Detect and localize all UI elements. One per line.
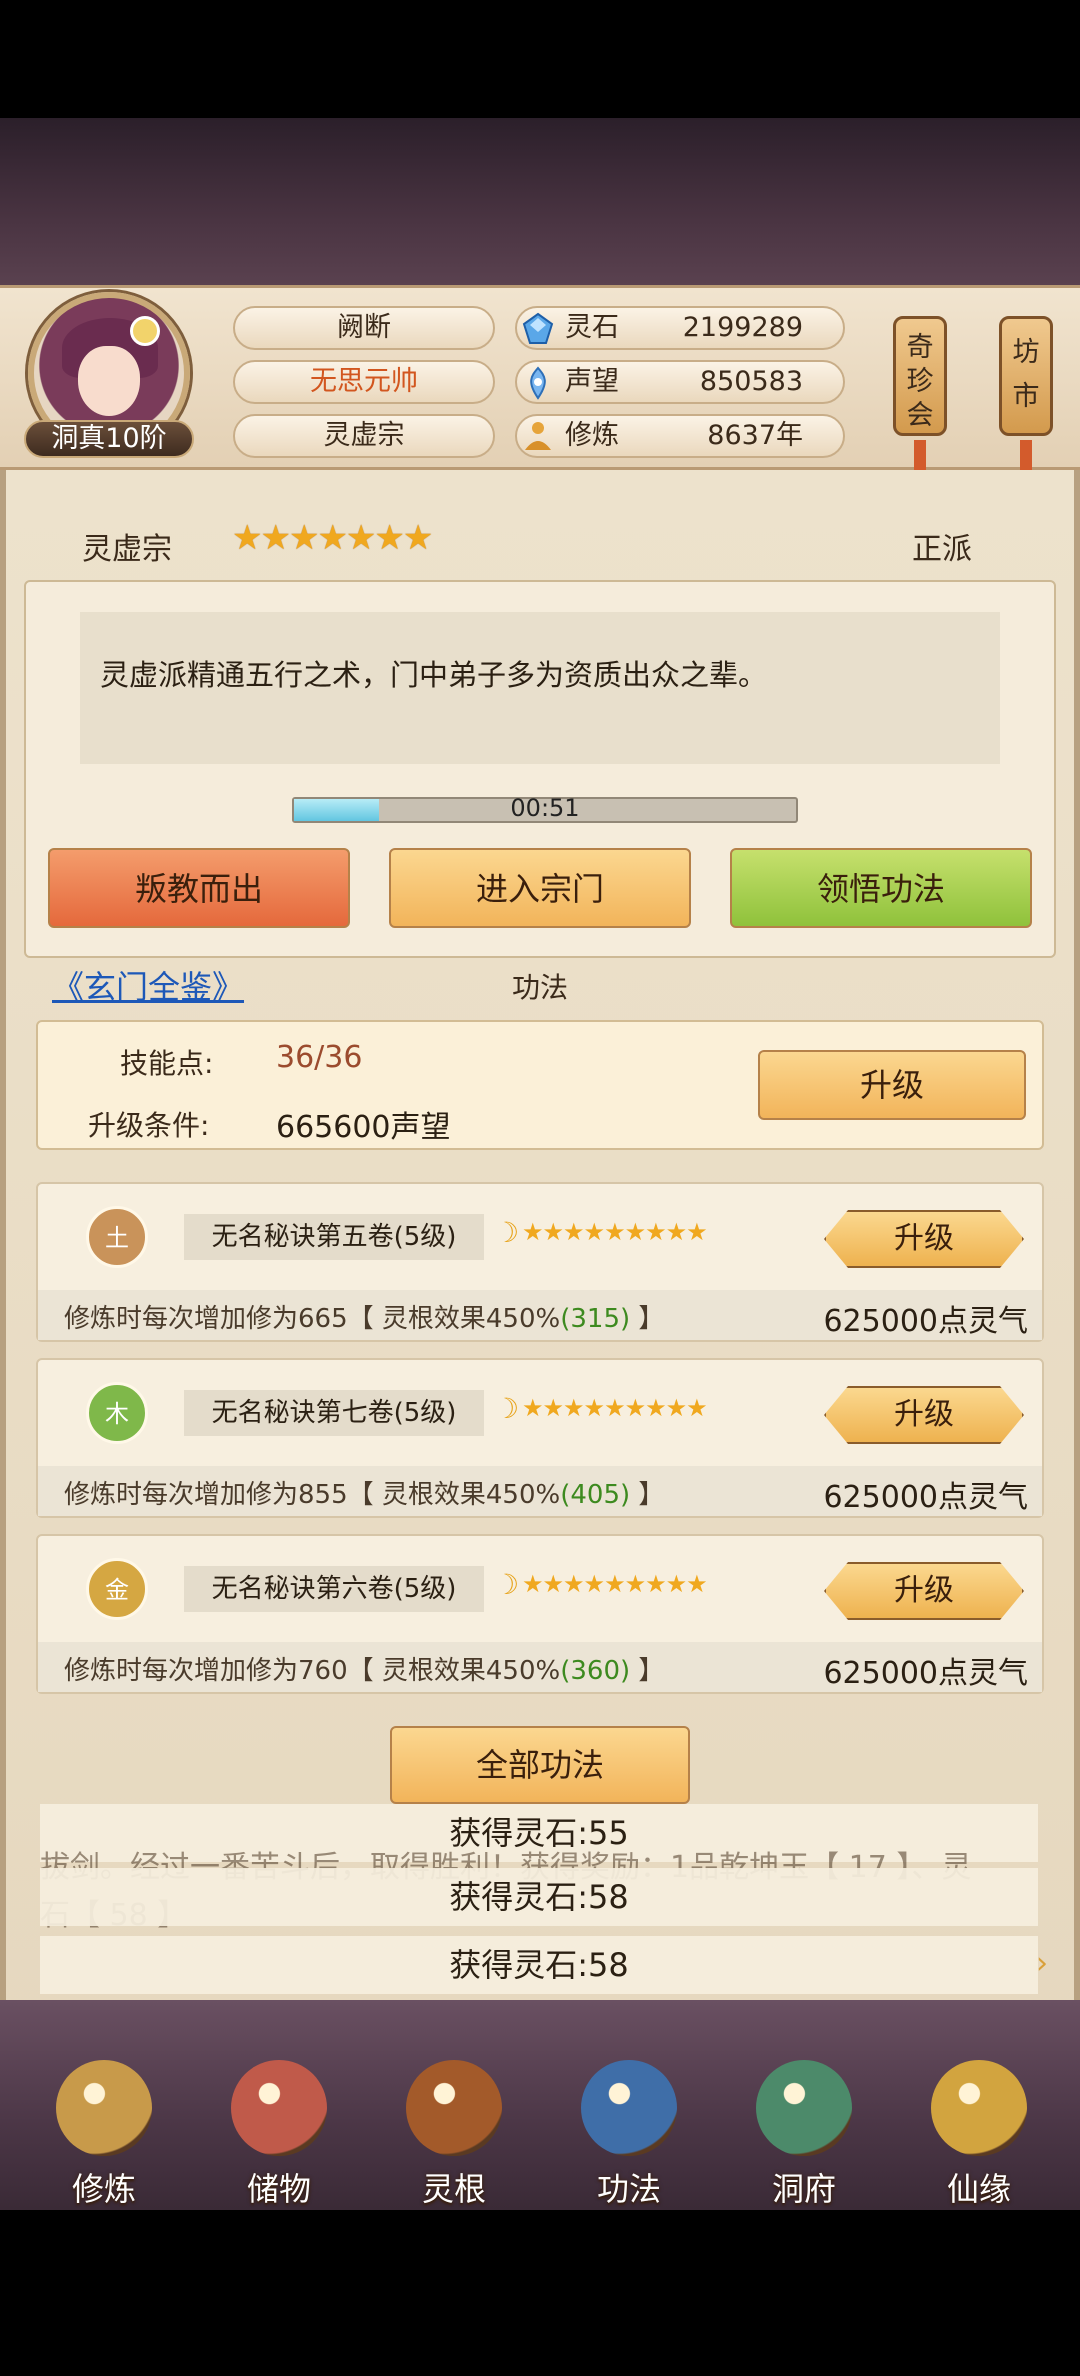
nav-immortal-fate[interactable]: 仙缘 [919, 2060, 1039, 2210]
sect-alignment-label: 正派 [912, 532, 972, 567]
moon-icon: ☽ [494, 1392, 520, 1425]
skill-points-value: 36/36 [276, 1040, 363, 1075]
nav-cultivate[interactable]: 修炼 [44, 2060, 164, 2210]
reward-toast: 获得灵石:58 [40, 1868, 1038, 1926]
skill-upgrade-button[interactable]: 升级 [758, 1050, 1026, 1120]
element-icon: 木 [86, 1382, 148, 1444]
technique-star-rating: ★★★★★★★★★ [522, 1394, 708, 1422]
top-backdrop [0, 118, 1080, 290]
sect-star-rating: ★★★★★★★ [232, 518, 433, 558]
meditation-icon [525, 422, 551, 450]
player-rank-badge: 洞真10阶 [24, 420, 194, 458]
technique-row: 土无名秘诀第五卷(5级) ☽ ★★★★★★★★★ 升级修炼时每次增加修为665【 灵根… [36, 1182, 1044, 1342]
xuanmen-compendium-link[interactable]: 《玄门全鉴》 [52, 962, 244, 1008]
technique-cost: 625000点灵气 [823, 1304, 1028, 1339]
reward-toast: 获得灵石:58 [40, 1936, 1038, 1994]
immortal-fate-icon [931, 2060, 1027, 2156]
storage-bag-icon [231, 2060, 327, 2156]
technique-effect: 修炼时每次增加修为665【 灵根效果450%(315) 】 [64, 1304, 665, 1334]
resource-cultivation: 修炼 8637年 [515, 414, 845, 458]
sect-description: 灵虚派精通五行之术，门中弟子多为资质出众之辈。 [80, 612, 1000, 764]
element-icon: 金 [86, 1558, 148, 1620]
nav-storage-bag[interactable]: 储物 [219, 2060, 339, 2210]
technique-star-rating: ★★★★★★★★★ [522, 1570, 708, 1598]
nav-technique-book[interactable]: 功法 [569, 2060, 689, 2210]
cave-mansion-icon [756, 2060, 852, 2156]
market-button[interactable]: 坊市 [999, 316, 1053, 436]
technique-row: 木无名秘诀第七卷(5级) ☽ ★★★★★★★★★ 升级修炼时每次增加修为855【 灵根… [36, 1358, 1044, 1518]
reputation-icon [530, 366, 546, 400]
technique-upgrade-button[interactable]: 升级 [824, 1210, 1024, 1268]
technique-upgrade-button[interactable]: 升级 [824, 1562, 1024, 1620]
technique-cost: 625000点灵气 [823, 1480, 1028, 1515]
nav-cave-mansion[interactable]: 洞府 [744, 2060, 864, 2210]
enter-sect-button[interactable]: 进入宗门 [389, 848, 691, 928]
technique-book-icon [581, 2060, 677, 2156]
technique-star-rating: ★★★★★★★★★ [522, 1218, 708, 1246]
technique-name: 无名秘诀第五卷(5级) [184, 1214, 484, 1260]
moon-icon: ☽ [494, 1568, 520, 1601]
upgrade-condition-value: 665600声望 [276, 1110, 451, 1145]
player-name: 阙断 [233, 306, 495, 350]
cultivate-icon [56, 2060, 152, 2156]
player-sect: 灵虚宗 [233, 414, 495, 458]
technique-effect: 修炼时每次增加修为855【 灵根效果450%(405) 】 [64, 1480, 665, 1510]
player-title: 无思元帅 [233, 360, 495, 404]
sect-name-label: 灵虚宗 [82, 532, 172, 567]
technique-name: 无名秘诀第六卷(5级) [184, 1566, 484, 1612]
resource-spirit-stone: 灵石 2199289 [515, 306, 845, 350]
upgrade-condition-label: 升级条件: [88, 1109, 210, 1142]
moon-icon: ☽ [494, 1216, 520, 1249]
element-icon: 土 [86, 1206, 148, 1268]
resource-reputation: 声望 850583 [515, 360, 845, 404]
log-expand-arrow-icon[interactable]: › [1036, 1946, 1048, 1981]
spirit-stone-icon [522, 312, 554, 344]
all-techniques-button[interactable]: 全部功法 [390, 1726, 690, 1804]
technique-row: 金无名秘诀第六卷(5级) ☽ ★★★★★★★★★ 升级修炼时每次增加修为760【 灵根… [36, 1534, 1044, 1694]
leave-sect-button[interactable]: 叛教而出 [48, 848, 350, 928]
technique-effect: 修炼时每次增加修为760【 灵根效果450%(360) 】 [64, 1656, 665, 1686]
techniques-section-title: 功法 [511, 971, 568, 1004]
skill-points-label: 技能点: [120, 1047, 214, 1080]
technique-name: 无名秘诀第七卷(5级) [184, 1390, 484, 1436]
timer-text: 00:51 [510, 794, 580, 822]
spirit-root-icon [406, 2060, 502, 2156]
comprehend-technique-button[interactable]: 领悟功法 [730, 848, 1032, 928]
bottom-black-area [0, 2210, 1080, 2376]
technique-upgrade-button[interactable]: 升级 [824, 1386, 1024, 1444]
hair-flower-icon [130, 316, 160, 346]
nav-spirit-root[interactable]: 灵根 [394, 2060, 514, 2210]
treasure-auction-button[interactable]: 奇珍会 [893, 316, 947, 436]
technique-cost: 625000点灵气 [823, 1656, 1028, 1691]
